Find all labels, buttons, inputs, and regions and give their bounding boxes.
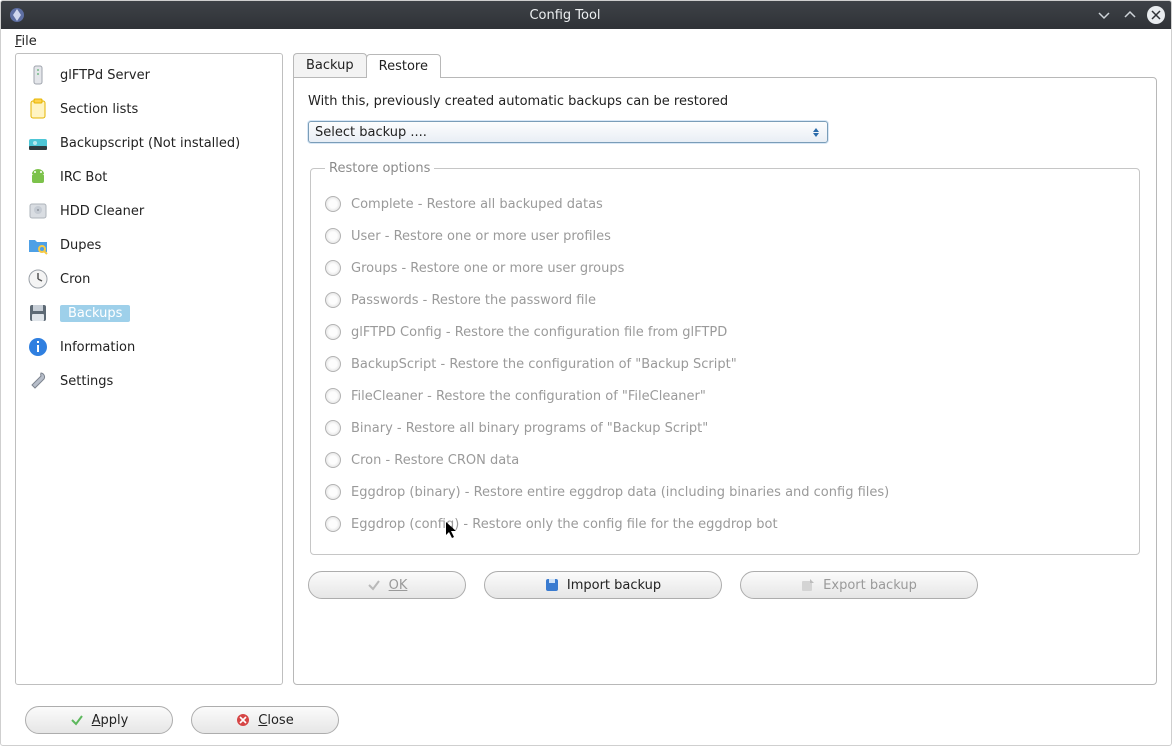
sidebar-item-label: HDD Cleaner <box>60 204 144 219</box>
sidebar-item-label: Information <box>60 340 135 355</box>
clock-icon <box>26 267 50 291</box>
radio-icon <box>325 516 341 532</box>
sidebar: glFTPd Server Section lists <box>15 53 283 685</box>
option-label: glFTPD Config - Restore the configuratio… <box>351 325 727 340</box>
sidebar-item-cron[interactable]: Cron <box>20 262 278 296</box>
folder-find-icon <box>26 233 50 257</box>
save-icon <box>26 301 50 325</box>
sidebar-item-label: Backupscript (Not installed) <box>60 136 240 151</box>
restore-options-legend: Restore options <box>325 161 434 176</box>
sidebar-item-section-lists[interactable]: Section lists <box>20 92 278 126</box>
export-icon <box>801 578 815 592</box>
option-label: BackupScript - Restore the configuration… <box>351 357 737 372</box>
import-icon <box>545 578 559 592</box>
option-eggdrop-binary[interactable]: Eggdrop (binary) - Restore entire eggdro… <box>325 476 1125 508</box>
import-backup-button[interactable]: Import backup <box>484 571 722 599</box>
radio-icon <box>325 260 341 276</box>
window-title: Config Tool <box>35 8 1095 23</box>
radio-icon <box>325 388 341 404</box>
maximize-button[interactable] <box>1121 6 1139 24</box>
option-label: Groups - Restore one or more user groups <box>351 261 624 276</box>
option-label: Cron - Restore CRON data <box>351 453 519 468</box>
option-binary[interactable]: Binary - Restore all binary programs of … <box>325 412 1125 444</box>
spinner-icon <box>809 124 823 140</box>
check-icon <box>367 578 381 592</box>
sidebar-item-hdd-cleaner[interactable]: HDD Cleaner <box>20 194 278 228</box>
option-label: FileCleaner - Restore the configuration … <box>351 389 706 404</box>
radio-icon <box>325 196 341 212</box>
sidebar-item-label: IRC Bot <box>60 170 107 185</box>
sidebar-item-settings[interactable]: Settings <box>20 364 278 398</box>
backup-select[interactable]: Select backup .... <box>308 121 828 143</box>
radio-icon <box>325 484 341 500</box>
app-icon <box>7 5 27 25</box>
sidebar-item-irc-bot[interactable]: IRC Bot <box>20 160 278 194</box>
option-complete[interactable]: Complete - Restore all backuped datas <box>325 188 1125 220</box>
sidebar-item-label: Cron <box>60 272 90 287</box>
button-label: Import backup <box>567 578 661 593</box>
tab-restore[interactable]: Restore <box>366 54 441 78</box>
sidebar-item-label: Settings <box>60 374 113 389</box>
dialog-footer: Apply Close <box>1 695 1171 745</box>
sidebar-item-backups[interactable]: Backups <box>20 296 278 330</box>
close-icon <box>236 713 250 727</box>
close-button[interactable] <box>1147 6 1165 24</box>
titlebar: Config Tool <box>1 1 1171 29</box>
drive-icon <box>26 131 50 155</box>
radio-icon <box>325 420 341 436</box>
panel-description: With this, previously created automatic … <box>308 94 1142 109</box>
option-passwords[interactable]: Passwords - Restore the password file <box>325 284 1125 316</box>
radio-icon <box>325 324 341 340</box>
option-user[interactable]: User - Restore one or more user profiles <box>325 220 1125 252</box>
option-label: Passwords - Restore the password file <box>351 293 596 308</box>
button-label: OK <box>389 578 408 593</box>
apply-icon <box>70 713 84 727</box>
option-label: Eggdrop (binary) - Restore entire eggdro… <box>351 485 889 500</box>
server-icon <box>26 63 50 87</box>
tabs: Backup Restore <box>293 53 1157 77</box>
minimize-button[interactable] <box>1095 6 1113 24</box>
backup-select-value: Select backup .... <box>315 125 427 140</box>
android-icon <box>26 165 50 189</box>
menubar: File <box>1 29 1171 53</box>
ok-button[interactable]: OK <box>308 571 466 599</box>
option-backupscript[interactable]: BackupScript - Restore the configuration… <box>325 348 1125 380</box>
radio-icon <box>325 228 341 244</box>
option-glftpd-config[interactable]: glFTPD Config - Restore the configuratio… <box>325 316 1125 348</box>
option-filecleaner[interactable]: FileCleaner - Restore the configuration … <box>325 380 1125 412</box>
option-eggdrop-config[interactable]: Eggdrop (config) - Restore only the conf… <box>325 508 1125 540</box>
export-backup-button[interactable]: Export backup <box>740 571 978 599</box>
sidebar-item-dupes[interactable]: Dupes <box>20 228 278 262</box>
option-label: Complete - Restore all backuped datas <box>351 197 603 212</box>
option-label: Eggdrop (config) - Restore only the conf… <box>351 517 778 532</box>
sidebar-item-label: Backups <box>60 305 130 322</box>
harddrive-icon <box>26 199 50 223</box>
apply-button[interactable]: Apply <box>25 706 173 734</box>
radio-icon <box>325 292 341 308</box>
radio-icon <box>325 356 341 372</box>
tab-backup[interactable]: Backup <box>293 53 367 77</box>
option-label: Binary - Restore all binary programs of … <box>351 421 708 436</box>
wrench-icon <box>26 369 50 393</box>
radio-icon <box>325 452 341 468</box>
button-label: Export backup <box>823 578 917 593</box>
option-cron[interactable]: Cron - Restore CRON data <box>325 444 1125 476</box>
menu-file[interactable]: File <box>9 32 43 51</box>
sidebar-item-label: glFTPd Server <box>60 68 150 83</box>
restore-panel: With this, previously created automatic … <box>293 77 1157 685</box>
sidebar-item-glftpd-server[interactable]: glFTPd Server <box>20 58 278 92</box>
option-label: User - Restore one or more user profiles <box>351 229 611 244</box>
sidebar-item-label: Section lists <box>60 102 138 117</box>
close-dialog-button[interactable]: Close <box>191 706 339 734</box>
restore-options-group: Restore options Complete - Restore all b… <box>310 161 1140 555</box>
sidebar-item-information[interactable]: Information <box>20 330 278 364</box>
clipboard-icon <box>26 97 50 121</box>
option-groups[interactable]: Groups - Restore one or more user groups <box>325 252 1125 284</box>
sidebar-item-backupscript[interactable]: Backupscript (Not installed) <box>20 126 278 160</box>
sidebar-item-label: Dupes <box>60 238 101 253</box>
info-icon <box>26 335 50 359</box>
